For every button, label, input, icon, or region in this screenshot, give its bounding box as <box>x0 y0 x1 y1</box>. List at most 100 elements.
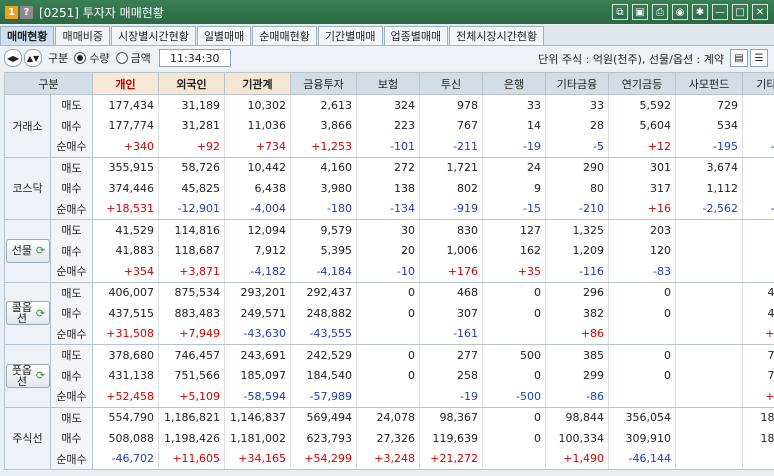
table-cell: -919 <box>419 198 483 220</box>
table-cell: -116 <box>545 261 609 283</box>
group-button[interactable]: 콜옵션 ⟳ <box>5 301 50 326</box>
camera-icon[interactable]: ◉ <box>672 4 688 20</box>
close-icon[interactable]: ✕ <box>752 4 768 20</box>
table-cell: 9 <box>482 178 546 199</box>
col-header: 기관계 <box>224 72 291 95</box>
table-row: 코스닥 매도 355,915 58,726 10,442 4,160 272 1,721 24 2… <box>4 156 774 220</box>
table-cell: 1,209 <box>545 240 609 261</box>
table-cell: 41,883 <box>92 240 159 261</box>
table-cell: 374,446 <box>92 178 159 199</box>
row-label: 매도 <box>50 94 93 116</box>
table-cell: 0 <box>608 365 676 386</box>
table-cell: 118,687 <box>158 240 225 261</box>
tab-market-time[interactable]: 시장별시간현황 <box>110 26 196 45</box>
print-icon[interactable]: ⎙ <box>652 4 668 20</box>
row-label: 매도 <box>50 219 93 241</box>
table-cell: 0 <box>482 365 546 386</box>
copy-icon[interactable]: ▣ <box>632 4 648 20</box>
table-cell: 385 <box>545 344 609 366</box>
maximize-icon[interactable]: □ <box>732 4 748 20</box>
table-cell: -83 <box>608 261 676 283</box>
col-header: 은행 <box>482 72 546 95</box>
table-cell: -43,555 <box>290 323 357 345</box>
table-cell: -211 <box>419 136 483 158</box>
table-cell: 177,774 <box>92 115 159 136</box>
table-cell <box>675 448 743 470</box>
tab-trading-status[interactable]: 매매현황 <box>0 26 55 45</box>
refresh-icon: ⟳ <box>35 369 46 383</box>
table-cell <box>482 323 546 345</box>
tab-period[interactable]: 기간별매매 <box>317 26 383 45</box>
table-cell: 277 <box>419 344 483 366</box>
group-button[interactable]: 풋옵션 ⟳ <box>5 363 50 388</box>
table-row: 콜옵션 ⟳ 매도 406,007 875,534 293,201 292,437 0 468 0 2… <box>4 281 774 345</box>
radio-amount[interactable]: 금액 <box>115 50 151 66</box>
table-cell: -19 <box>419 386 483 408</box>
table-icon[interactable]: ▤ <box>730 49 748 67</box>
row-label: 매수 <box>50 428 93 449</box>
table-cell: +1,490 <box>545 448 609 470</box>
radio-quantity[interactable]: 수량 <box>74 50 110 66</box>
tab-all-market-time[interactable]: 전체시장시간현황 <box>449 26 545 45</box>
group-label: 거래소 <box>4 94 51 158</box>
table-cell: 9,579 <box>290 219 357 241</box>
tab-daily[interactable]: 일별매매 <box>196 26 252 45</box>
link-icon[interactable]: ⧉ <box>612 4 628 20</box>
col-header: 연기금등 <box>608 72 676 95</box>
table-cell: 382 <box>545 303 609 324</box>
table-cell: 0 <box>608 344 676 366</box>
table-cell: 468 <box>419 282 483 303</box>
table-cell: -500 <box>482 386 546 408</box>
header-row: 구분 개인 외국인 기관계 금융투자 보험 투신 은행 기타금융 연기금등 사모… <box>4 72 774 95</box>
prev-arrow-icon[interactable]: ◀▶ <box>4 49 22 67</box>
table-cell: 534 <box>675 115 743 136</box>
menu-icon[interactable]: ☰ <box>750 49 768 67</box>
table-cell: -1,447 <box>742 198 774 220</box>
tab-net-trading[interactable]: 순매매현황 <box>252 26 317 45</box>
row-label: 매수 <box>50 365 93 386</box>
table-cell: -15 <box>482 198 546 220</box>
table-cell <box>675 386 743 408</box>
group-label[interactable]: 콜옵션 ⟳ <box>4 281 51 345</box>
table-cell <box>608 323 676 345</box>
table-cell: +92 <box>158 136 225 158</box>
group-label[interactable]: 선물 ⟳ <box>4 219 51 283</box>
toolbar: ◀▶ ▲▼ 구분 수량 금액 11:34:30 단위 주식 : 억원(천주), … <box>0 46 774 70</box>
time-field[interactable]: 11:34:30 <box>158 49 231 67</box>
table-cell: 1,823 <box>742 94 774 116</box>
table-cell: 1,325 <box>545 219 609 241</box>
table-cell: 162 <box>482 240 546 261</box>
minimize-icon[interactable]: — <box>712 4 728 20</box>
table-row: 매수 437,515 883,483 249,571 248,882 0 307 0 382 0 4… <box>5 303 774 324</box>
table-cell: 5,592 <box>608 94 676 116</box>
table-cell: 30 <box>356 219 420 241</box>
table-row: 매수 177,774 31,281 11,036 3,866 223 767 14 28 5,60… <box>5 115 774 136</box>
col-header: 금융투자 <box>290 72 357 95</box>
updown-arrow-icon[interactable]: ▲▼ <box>24 49 42 67</box>
investor-trading-table: 구분 개인 외국인 기관계 금융투자 보험 투신 은행 기타금융 연기금등 사모… <box>4 72 774 470</box>
table-cell <box>675 407 743 428</box>
gear-icon[interactable]: ✱ <box>692 4 708 20</box>
table-row: 순매수+31,508+7,949-43,630-43,555 -161 +86 +4,… <box>5 323 774 345</box>
group-button[interactable]: 선물 ⟳ <box>5 238 50 263</box>
table-cell: +340 <box>92 136 159 158</box>
group-button-label: 콜옵션 <box>11 301 33 326</box>
table-cell <box>675 323 743 345</box>
window-title: [0251] 투자자 매매현황 <box>39 5 164 20</box>
help-icon[interactable]: ? <box>20 5 33 19</box>
table-cell: 791 <box>742 115 774 136</box>
table-cell: 6,438 <box>224 178 291 199</box>
tab-sector[interactable]: 업종별매매 <box>383 26 449 45</box>
tab-trading-ratio[interactable]: 매매비중 <box>55 26 110 45</box>
table-cell: +176 <box>419 261 483 283</box>
group-label[interactable]: 풋옵션 ⟳ <box>4 344 51 408</box>
row-label: 매수 <box>50 240 93 261</box>
table-row: 순매수 +52,458 +5,109 -58,594 -57,989 -19 -500 -86… <box>5 386 774 408</box>
table-cell: 58,726 <box>158 157 225 178</box>
table-cell: 272 <box>356 157 420 178</box>
table-cell: 28 <box>545 115 609 136</box>
table-cell: 71,163 <box>742 365 774 386</box>
row-label: 매수 <box>50 115 93 136</box>
table-cell <box>675 219 743 241</box>
radio-amount-label: 금액 <box>130 52 151 65</box>
